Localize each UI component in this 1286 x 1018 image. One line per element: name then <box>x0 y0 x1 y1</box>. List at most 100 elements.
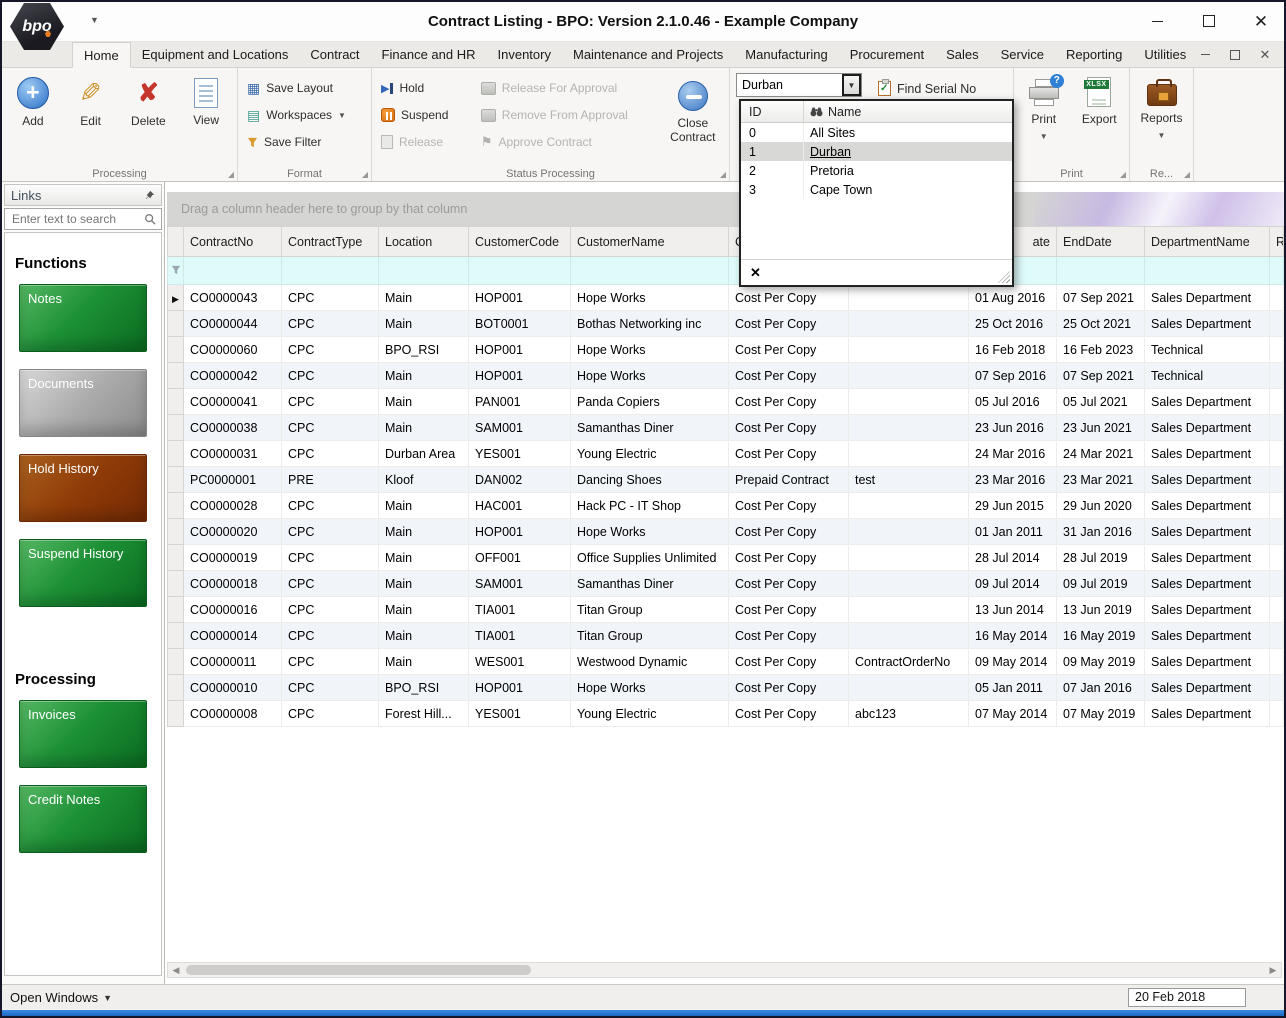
sidebar-button-documents[interactable]: Documents <box>19 369 147 437</box>
cell[interactable]: Sales Department <box>1144 544 1270 571</box>
cell[interactable]: 07 May 2019 <box>1056 700 1145 727</box>
filter-cell-2[interactable] <box>378 256 469 285</box>
cell[interactable]: Cost Per Copy <box>728 648 849 675</box>
cell[interactable]: PC0000001 <box>183 466 282 493</box>
cell[interactable]: HAC001 <box>468 492 571 519</box>
cell[interactable]: Sales Department <box>1144 648 1270 675</box>
cell[interactable]: Sales Department <box>1144 466 1270 493</box>
cell[interactable]: 09 Jul 2014 <box>968 570 1057 597</box>
cell[interactable]: CO0000060 <box>183 336 282 363</box>
cell[interactable] <box>1269 284 1284 311</box>
print-dialog-launcher-icon[interactable]: ◢ <box>1120 170 1126 179</box>
filter-cell-8[interactable] <box>1056 256 1145 285</box>
cell[interactable]: CPC <box>281 362 379 389</box>
tab-service[interactable]: Service <box>990 42 1055 67</box>
cell[interactable]: CPC <box>281 336 379 363</box>
suspend-button[interactable]: Suspend <box>381 104 471 126</box>
search-icon[interactable] <box>144 213 156 225</box>
cell[interactable]: YES001 <box>468 440 571 467</box>
cell[interactable]: Durban Area <box>378 440 469 467</box>
cell[interactable]: abc123 <box>848 700 969 727</box>
cell[interactable]: CO0000020 <box>183 518 282 545</box>
cell[interactable] <box>1269 336 1284 363</box>
sidebar-button-notes[interactable]: Notes <box>19 284 147 352</box>
cell[interactable] <box>1269 518 1284 545</box>
dropdown-id-column-header[interactable]: ID <box>741 105 803 119</box>
cell[interactable]: PRE <box>281 466 379 493</box>
cell[interactable]: 09 May 2014 <box>968 648 1057 675</box>
hold-button[interactable]: Hold <box>381 77 471 99</box>
cell[interactable] <box>848 518 969 545</box>
group-by-bar[interactable]: Drag a column header here to group by th… <box>167 192 1284 226</box>
cell[interactable]: BOT0001 <box>468 310 571 337</box>
cell[interactable]: 09 Jul 2019 <box>1056 570 1145 597</box>
cell[interactable]: Main <box>378 414 469 441</box>
cell[interactable]: 07 Jan 2016 <box>1056 674 1145 701</box>
cell[interactable]: Cost Per Copy <box>728 622 849 649</box>
site-option-all-sites[interactable]: 0 All Sites <box>741 123 1012 142</box>
tab-equipment-and-locations[interactable]: Equipment and Locations <box>131 42 300 67</box>
cell[interactable]: Main <box>378 570 469 597</box>
cell[interactable] <box>1269 310 1284 337</box>
cell[interactable]: 07 Sep 2021 <box>1056 362 1145 389</box>
processing-dialog-launcher-icon[interactable]: ◢ <box>228 170 234 179</box>
cell[interactable] <box>848 544 969 571</box>
cell[interactable]: CO0000044 <box>183 310 282 337</box>
cell[interactable] <box>848 622 969 649</box>
clear-filter-icon[interactable]: ✕ <box>750 266 761 279</box>
cell[interactable]: Cost Per Copy <box>728 414 849 441</box>
cell[interactable] <box>848 284 969 311</box>
format-dialog-launcher-icon[interactable]: ◢ <box>362 170 368 179</box>
cell[interactable]: Cost Per Copy <box>728 336 849 363</box>
cell[interactable] <box>848 310 969 337</box>
cell[interactable]: Hope Works <box>570 362 729 389</box>
cell[interactable]: CPC <box>281 284 379 311</box>
cell[interactable]: SAM001 <box>468 570 571 597</box>
ribbon-minimize-icon[interactable] <box>1198 48 1212 62</box>
cell[interactable]: CPC <box>281 544 379 571</box>
cell[interactable]: CO0000014 <box>183 622 282 649</box>
tab-reporting[interactable]: Reporting <box>1055 42 1133 67</box>
horizontal-scrollbar[interactable]: ◀ ▶ <box>167 962 1282 978</box>
scrollbar-thumb[interactable] <box>186 965 531 975</box>
cell[interactable]: 13 Jun 2014 <box>968 596 1057 623</box>
cell[interactable]: Sales Department <box>1144 674 1270 701</box>
cell[interactable]: CPC <box>281 388 379 415</box>
cell[interactable]: Cost Per Copy <box>728 674 849 701</box>
cell[interactable]: 16 May 2019 <box>1056 622 1145 649</box>
cell[interactable]: Main <box>378 518 469 545</box>
cell[interactable]: CO0000043 <box>183 284 282 311</box>
cell[interactable]: CO0000019 <box>183 544 282 571</box>
filter-cell-0[interactable] <box>183 256 282 285</box>
cell[interactable]: Cost Per Copy <box>728 362 849 389</box>
cell[interactable]: TIA001 <box>468 622 571 649</box>
tab-manufacturing[interactable]: Manufacturing <box>734 42 838 67</box>
cell[interactable]: DAN002 <box>468 466 571 493</box>
reports-dialog-launcher-icon[interactable]: ◢ <box>1184 170 1190 179</box>
cell[interactable]: HOP001 <box>468 362 571 389</box>
cell[interactable]: Hope Works <box>570 284 729 311</box>
cell[interactable]: Samanthas Diner <box>570 414 729 441</box>
cell[interactable]: Cost Per Copy <box>728 388 849 415</box>
column-header-r[interactable]: R <box>1269 226 1284 257</box>
cell[interactable] <box>1269 544 1284 571</box>
release-for-approval-button[interactable]: Release For Approval <box>480 77 649 99</box>
cell[interactable]: Hope Works <box>570 674 729 701</box>
cell[interactable]: Sales Department <box>1144 622 1270 649</box>
cell[interactable] <box>1269 414 1284 441</box>
cell[interactable]: 01 Aug 2016 <box>968 284 1057 311</box>
cell[interactable]: 07 May 2014 <box>968 700 1057 727</box>
open-windows-caret-icon[interactable]: ▼ <box>103 993 112 1003</box>
cell[interactable]: Cost Per Copy <box>728 440 849 467</box>
cell[interactable] <box>1269 388 1284 415</box>
view-button[interactable]: View <box>178 73 234 165</box>
column-header-customername[interactable]: CustomerName <box>570 226 729 257</box>
cell[interactable]: HOP001 <box>468 674 571 701</box>
tab-contract[interactable]: Contract <box>299 42 370 67</box>
tab-maintenance-and-projects[interactable]: Maintenance and Projects <box>562 42 734 67</box>
cell[interactable] <box>1269 570 1284 597</box>
cell[interactable] <box>848 440 969 467</box>
cell[interactable]: Sales Department <box>1144 596 1270 623</box>
cell[interactable]: Hope Works <box>570 518 729 545</box>
site-dropdown-button[interactable]: ▼ <box>842 74 861 96</box>
